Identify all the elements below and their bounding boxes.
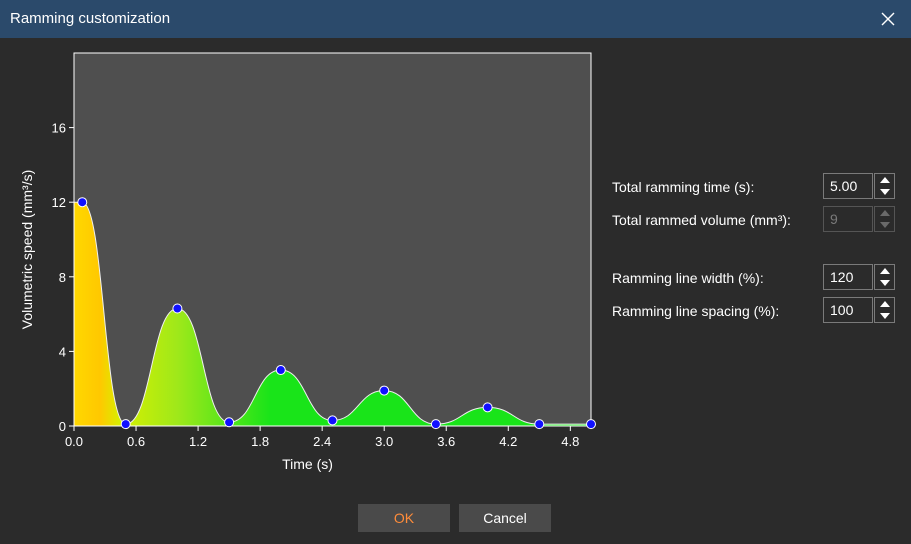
dialog-content: 0.0 0.6 1.2 1.8 2.4 3.0 3.6 4.2 4.8 0 4 8 12 16 Time (… [1, 38, 910, 543]
ramming-line-spacing-increment[interactable] [875, 298, 894, 310]
x-tick-label: 0.6 [127, 434, 145, 449]
x-tick-label: 3.6 [437, 434, 455, 449]
ramming-point-handle[interactable] [120, 419, 131, 430]
title-bar: Ramming customization [0, 0, 911, 38]
total-ramming-time-label: Total ramming time (s): [612, 179, 755, 195]
ramming-line-spacing-spin-buttons[interactable] [874, 297, 895, 323]
x-tick-label: 3.0 [375, 434, 393, 449]
ramming-line-spacing-input[interactable] [823, 297, 873, 323]
total-rammed-volume-spinbox [823, 206, 895, 232]
total-rammed-volume-input [823, 206, 873, 232]
x-tick-label: 2.4 [313, 434, 331, 449]
window-title: Ramming customization [10, 10, 171, 27]
ramming-line-width-spin-buttons[interactable] [874, 264, 895, 290]
ramming-line-width-input[interactable] [823, 264, 873, 290]
total-ramming-time-input[interactable] [823, 173, 873, 199]
total-ramming-time-spin-buttons[interactable] [874, 173, 895, 199]
ramming-point-handle[interactable] [379, 385, 390, 396]
y-tick-label: 4 [59, 344, 66, 359]
x-tick-label: 1.8 [251, 434, 269, 449]
y-tick-label: 0 [59, 419, 66, 434]
arrow-down-icon [879, 280, 890, 286]
arrow-up-icon [879, 301, 890, 307]
x-tick-label: 4.2 [499, 434, 517, 449]
ramming-line-spacing-label: Ramming line spacing (%): [612, 303, 780, 319]
total-rammed-volume-spin-buttons [874, 206, 895, 232]
ok-button[interactable]: OK [358, 504, 450, 532]
ramming-point-handle[interactable] [534, 419, 545, 430]
ramming-point-handle[interactable] [172, 303, 183, 314]
ramming-line-spacing-decrement[interactable] [875, 310, 894, 322]
ramming-line-width-increment[interactable] [875, 265, 894, 277]
y-tick-label: 8 [59, 270, 66, 285]
x-tick-label: 4.8 [561, 434, 579, 449]
total-rammed-volume-increment [875, 207, 894, 219]
ramming-point-handle[interactable] [77, 197, 88, 208]
ramming-point-handle[interactable] [275, 365, 286, 376]
y-axis-label: Volumetric speed (mm³/s) [19, 170, 35, 329]
arrow-down-icon [879, 189, 890, 195]
ramming-chart[interactable]: 0.0 0.6 1.2 1.8 2.4 3.0 3.6 4.2 4.8 0 4 8 12 16 Time (… [1, 38, 601, 483]
arrow-down-icon [879, 222, 890, 228]
arrow-up-icon [879, 210, 890, 216]
ramming-line-width-spinbox[interactable] [823, 264, 895, 290]
ramming-point-handle[interactable] [430, 419, 441, 430]
y-tick-label: 12 [52, 195, 66, 210]
arrow-up-icon [879, 268, 890, 274]
ramming-line-width-decrement[interactable] [875, 277, 894, 289]
close-icon [881, 12, 895, 26]
cancel-button[interactable]: Cancel [459, 504, 551, 532]
ramming-line-width-label: Ramming line width (%): [612, 270, 764, 286]
total-rammed-volume-decrement [875, 219, 894, 231]
close-button[interactable] [865, 0, 911, 38]
ramming-point-handle[interactable] [586, 419, 596, 430]
ramming-point-handle[interactable] [327, 415, 338, 426]
total-rammed-volume-label: Total rammed volume (mm³): [612, 212, 791, 228]
arrow-down-icon [879, 313, 890, 319]
x-axis-label: Time (s) [282, 456, 333, 472]
x-tick-label: 0.0 [65, 434, 83, 449]
total-ramming-time-decrement[interactable] [875, 186, 894, 198]
ramming-point-handle[interactable] [224, 417, 235, 428]
y-tick-label: 16 [52, 121, 66, 136]
ramming-line-spacing-spinbox[interactable] [823, 297, 895, 323]
x-tick-label: 1.2 [189, 434, 207, 449]
ramming-point-handle[interactable] [482, 402, 493, 413]
total-ramming-time-spinbox[interactable] [823, 173, 895, 199]
arrow-up-icon [879, 177, 890, 183]
total-ramming-time-increment[interactable] [875, 174, 894, 186]
